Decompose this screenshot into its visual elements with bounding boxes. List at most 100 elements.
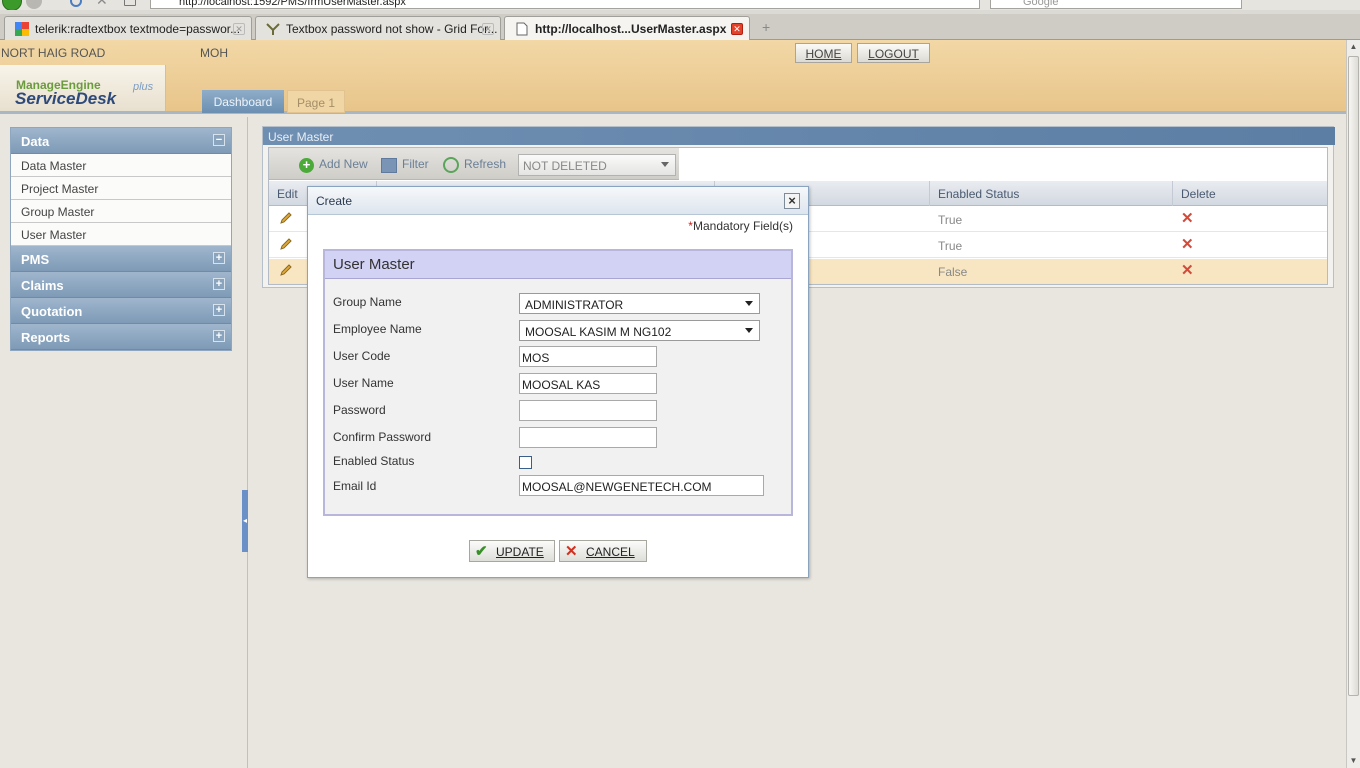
cancel-button[interactable]: ✕ CANCEL (559, 540, 647, 562)
password-input[interactable] (519, 400, 657, 421)
logo-plus: plus (133, 81, 154, 93)
x-icon[interactable]: ✕ (1181, 209, 1194, 227)
sidebar-section-label: Data (21, 134, 50, 149)
pencil-icon[interactable] (279, 211, 293, 225)
splitter-handle[interactable]: ◂ (242, 490, 248, 552)
browser-nav-row: ✕ http://localhost:1592/PMS/frmUserMaste… (0, 0, 1360, 10)
sidebar-item-data-master[interactable]: Data Master (11, 154, 231, 177)
grid-toolbar: + Add New Filter Refresh NOT DELETED (269, 148, 679, 180)
scrollbar-thumb[interactable] (1348, 56, 1359, 696)
user-code-label: User Code (333, 349, 391, 363)
group-name-select[interactable]: ADMINISTRATOR (519, 293, 760, 314)
logo-servicedesk: ServiceDesk (15, 89, 117, 108)
form-legend: User Master (325, 251, 791, 279)
app-header: NORT HAIG ROAD MOH ManageEngine ServiceD… (0, 40, 1346, 114)
browser-tab-label: Textbox password not show - Grid For... (286, 22, 498, 36)
browser-tab-2[interactable]: Textbox password not show - Grid For... … (255, 16, 501, 40)
plus-circle-icon[interactable]: + (299, 158, 314, 173)
refresh-button[interactable]: Refresh (464, 157, 506, 171)
filter-icon[interactable] (381, 158, 397, 173)
sidebar-section-label: Claims (21, 278, 64, 293)
user-text: MOH (200, 46, 228, 60)
column-enabled-status[interactable]: Enabled Status (930, 181, 1173, 206)
url-bar[interactable]: http://localhost:1592/PMS/frmUserMaster.… (150, 0, 980, 9)
scroll-down-icon[interactable]: ▼ (1347, 754, 1360, 768)
browser-tab-label: http://localhost...UserMaster.aspx (535, 22, 727, 36)
x-icon: ✕ (565, 543, 578, 560)
sidebar-section-data[interactable]: Data − (11, 128, 231, 154)
column-delete[interactable]: Delete (1173, 181, 1327, 206)
add-new-button[interactable]: Add New (319, 157, 368, 171)
status-filter-select[interactable]: NOT DELETED (518, 154, 676, 176)
sidebar: Data − Data Master Project Master Group … (0, 117, 248, 768)
new-tab-button[interactable]: + (762, 19, 770, 35)
cell-enabled-status: False (938, 265, 968, 279)
sidebar-section-pms[interactable]: PMS + (11, 246, 231, 272)
dialog-title: Create (316, 194, 353, 208)
refresh-icon[interactable] (443, 157, 459, 173)
employee-name-select[interactable]: MOOSAL KASIM M NG102 (519, 320, 760, 341)
mandatory-note: *Mandatory Field(s) (688, 219, 793, 233)
cancel-label: CANCEL (586, 545, 635, 559)
user-code-input[interactable] (519, 346, 657, 367)
scroll-up-icon[interactable]: ▲ (1347, 40, 1360, 54)
browser-search-input[interactable]: Google (990, 0, 1242, 9)
reload-icon[interactable] (70, 0, 82, 7)
collapse-icon[interactable]: − (213, 134, 225, 146)
update-label: UPDATE (496, 545, 544, 559)
tab-dashboard[interactable]: Dashboard (202, 90, 284, 113)
home-button[interactable]: HOME (795, 43, 852, 63)
location-text: NORT HAIG ROAD (1, 46, 106, 60)
expand-icon[interactable]: + (213, 278, 225, 290)
pencil-icon[interactable] (279, 263, 293, 277)
home-icon[interactable] (124, 0, 136, 6)
sidebar-item-user-master[interactable]: User Master (11, 223, 231, 246)
browser-tab-strip: telerik:radtextbox textmode=passwor... ✕… (0, 14, 1360, 41)
pencil-icon[interactable] (279, 237, 293, 251)
browser-tab-1[interactable]: telerik:radtextbox textmode=passwor... ✕ (4, 16, 252, 40)
browser-chrome: ✕ http://localhost:1592/PMS/frmUserMaste… (0, 0, 1360, 41)
mandatory-text: Mandatory Field(s) (692, 219, 793, 233)
email-input[interactable] (519, 475, 764, 496)
logout-button[interactable]: LOGOUT (857, 43, 930, 63)
back-icon[interactable] (2, 0, 22, 10)
logo: ManageEngine ServiceDesk plus (0, 65, 166, 111)
browser-tab-label: telerik:radtextbox textmode=passwor... (35, 22, 241, 36)
employee-name-value: MOOSAL KASIM M NG102 (525, 325, 672, 339)
browser-tab-3[interactable]: http://localhost...UserMaster.aspx ✕ (504, 16, 750, 41)
update-button[interactable]: ✔ UPDATE (469, 540, 555, 562)
forward-icon[interactable] (26, 0, 42, 9)
sidebar-item-project-master[interactable]: Project Master (11, 177, 231, 200)
tab-page-1[interactable]: Page 1 (287, 90, 345, 113)
checkmark-icon: ✔ (475, 543, 488, 560)
dialog-titlebar[interactable]: Create (308, 187, 808, 215)
sidebar-section-reports[interactable]: Reports + (11, 324, 231, 350)
x-icon[interactable]: ✕ (1181, 261, 1194, 279)
vertical-scrollbar[interactable]: ▲ ▼ (1346, 40, 1360, 768)
cell-enabled-status: True (938, 213, 963, 227)
confirm-password-label: Confirm Password (333, 430, 432, 444)
x-icon[interactable]: ✕ (1181, 235, 1194, 253)
tab-close-icon[interactable]: ✕ (482, 23, 494, 35)
enabled-status-checkbox[interactable] (519, 456, 532, 469)
expand-icon[interactable]: + (213, 304, 225, 316)
expand-icon[interactable]: + (213, 252, 225, 264)
telerik-favicon-icon (266, 23, 280, 35)
cell-enabled-status: True (938, 239, 963, 253)
close-icon[interactable]: × (784, 193, 800, 209)
user-name-input[interactable] (519, 373, 657, 394)
user-name-label: User Name (333, 376, 394, 390)
sidebar-section-quotation[interactable]: Quotation + (11, 298, 231, 324)
tab-close-icon[interactable]: ✕ (731, 23, 743, 35)
stop-icon[interactable]: ✕ (96, 0, 108, 9)
sidebar-section-claims[interactable]: Claims + (11, 272, 231, 298)
sidebar-menu: Data − Data Master Project Master Group … (10, 127, 232, 351)
tab-close-icon[interactable]: ✕ (233, 23, 245, 35)
sidebar-section-label: PMS (21, 252, 50, 267)
employee-name-label: Employee Name (333, 322, 422, 336)
confirm-password-input[interactable] (519, 427, 657, 448)
sidebar-section-label: Quotation (21, 304, 83, 319)
expand-icon[interactable]: + (213, 330, 225, 342)
filter-button[interactable]: Filter (402, 157, 429, 171)
sidebar-item-group-master[interactable]: Group Master (11, 200, 231, 223)
